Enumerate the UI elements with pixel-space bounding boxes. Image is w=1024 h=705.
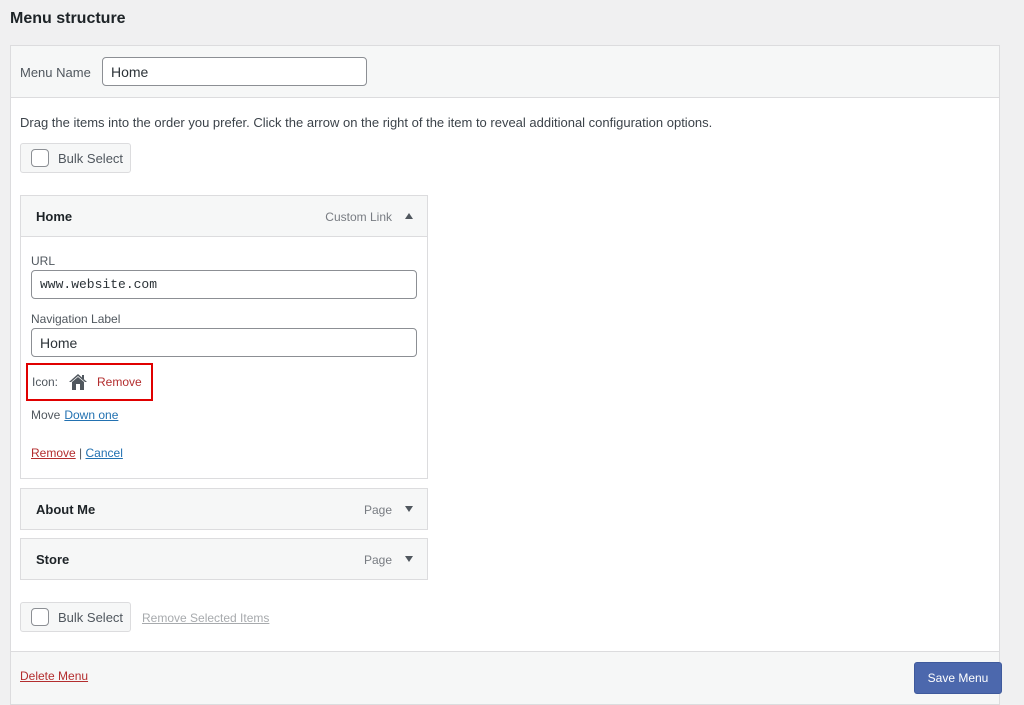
url-label: URL: [31, 254, 55, 268]
bulk-select-label: Bulk Select: [58, 610, 123, 625]
menu-item-title: About Me: [36, 502, 95, 517]
menu-name-header: Menu Name: [11, 46, 999, 98]
navigation-label-input[interactable]: [31, 328, 417, 357]
navigation-label-label: Navigation Label: [31, 312, 120, 326]
menu-item-home[interactable]: Home Custom Link URL Navigation Label Ic…: [20, 195, 428, 479]
collapse-arrow-icon[interactable]: [401, 208, 417, 224]
bulk-select-checkbox[interactable]: [31, 608, 49, 626]
bulk-select-bottom[interactable]: Bulk Select: [20, 602, 131, 632]
move-row: Move Down one: [31, 408, 118, 422]
expand-arrow-icon[interactable]: [401, 501, 417, 517]
bulk-select-label: Bulk Select: [58, 151, 123, 166]
icon-setting-highlight: Icon: Remove: [26, 363, 153, 401]
menu-item-bar[interactable]: Store Page: [21, 539, 427, 579]
menu-item-type: Custom Link: [325, 210, 392, 224]
menu-item-store[interactable]: Store Page: [20, 538, 428, 580]
bulk-select-checkbox[interactable]: [31, 149, 49, 167]
menu-item-type: Page: [364, 553, 392, 567]
menu-item-type: Page: [364, 503, 392, 517]
menu-name-label: Menu Name: [20, 65, 91, 80]
page-title: Menu structure: [10, 10, 126, 28]
home-icon: [68, 372, 88, 392]
instructions-text: Drag the items into the order you prefer…: [20, 115, 712, 130]
menu-item-bar[interactable]: About Me Page: [21, 489, 427, 529]
menu-item-title: Home: [36, 209, 72, 224]
icon-remove-link[interactable]: Remove: [97, 375, 142, 389]
menu-item-settings: URL Navigation Label Icon: Remove Move Do…: [21, 236, 427, 478]
menu-structure-panel: Menu Name Drag the items into the order …: [10, 45, 1000, 705]
move-label: Move: [31, 408, 60, 422]
icon-label: Icon:: [32, 375, 58, 389]
menu-item-title: Store: [36, 552, 69, 567]
panel-footer: Delete Menu Save Menu: [11, 651, 999, 704]
menu-item-bar[interactable]: Home Custom Link: [21, 196, 427, 236]
separator: |: [79, 446, 82, 460]
menu-name-input[interactable]: [102, 57, 367, 86]
item-actions: Remove | Cancel: [31, 446, 123, 460]
menu-item-about-me[interactable]: About Me Page: [20, 488, 428, 530]
bulk-select-top[interactable]: Bulk Select: [20, 143, 131, 173]
move-down-one-link[interactable]: Down one: [64, 408, 118, 422]
remove-item-link[interactable]: Remove: [31, 446, 76, 460]
expand-arrow-icon[interactable]: [401, 551, 417, 567]
save-menu-button[interactable]: Save Menu: [914, 662, 1002, 694]
url-input[interactable]: [31, 270, 417, 299]
remove-selected-items-link[interactable]: Remove Selected Items: [142, 611, 269, 625]
cancel-link[interactable]: Cancel: [86, 446, 123, 460]
delete-menu-link[interactable]: Delete Menu: [20, 669, 88, 683]
